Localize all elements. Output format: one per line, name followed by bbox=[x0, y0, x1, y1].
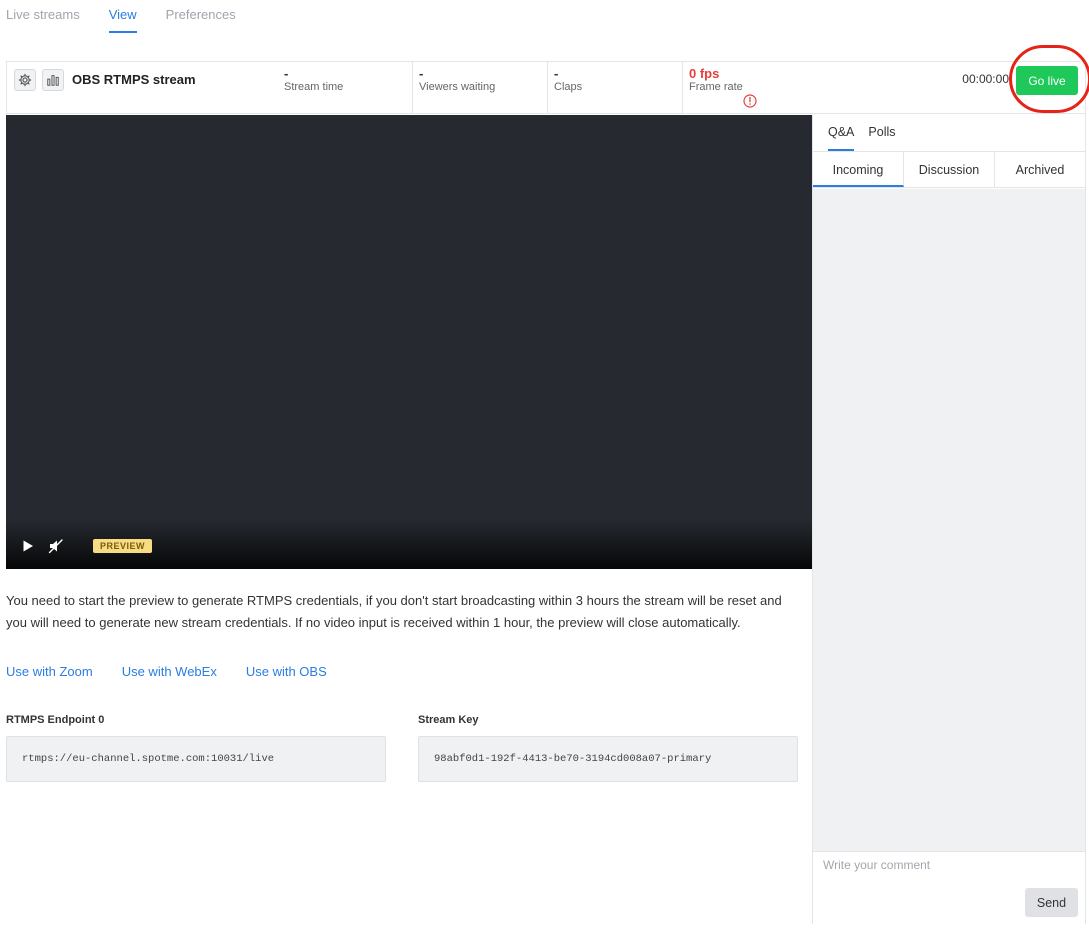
stream-name-cell: OBS RTMPS stream bbox=[7, 62, 278, 113]
endpoint-label: RTMPS Endpoint 0 bbox=[6, 714, 105, 726]
stat-label: Frame rate bbox=[689, 81, 743, 93]
exclamation-circle-icon bbox=[743, 94, 757, 111]
tab-qa[interactable]: Q&A bbox=[828, 114, 855, 151]
comment-input[interactable] bbox=[823, 858, 1073, 872]
video-preview[interactable]: PREVIEW bbox=[6, 115, 812, 569]
stream-key-field[interactable]: 98abf0d1-192f-4413-be70-3194cd008a07-pri… bbox=[418, 736, 798, 782]
messages-list[interactable] bbox=[813, 189, 1085, 851]
preview-badge: PREVIEW bbox=[93, 539, 153, 553]
stat-value: - bbox=[419, 66, 424, 81]
muted-speaker-icon[interactable] bbox=[48, 538, 64, 557]
stat-label: Viewers waiting bbox=[419, 81, 496, 93]
tab-polls[interactable]: Polls bbox=[868, 114, 895, 151]
stat-value: - bbox=[554, 66, 559, 81]
stream-title: OBS RTMPS stream bbox=[72, 72, 196, 87]
bar-chart-icon[interactable] bbox=[42, 69, 64, 91]
tab-incoming[interactable]: Incoming bbox=[813, 152, 904, 187]
play-icon[interactable] bbox=[21, 539, 35, 556]
stream-key-label: Stream Key bbox=[418, 714, 479, 726]
gear-icon[interactable] bbox=[14, 69, 36, 91]
stat-value: - bbox=[284, 66, 289, 81]
stat-label: Claps bbox=[554, 81, 583, 93]
stream-stats-bar: OBS RTMPS stream - Stream time - Viewers… bbox=[6, 61, 1086, 114]
stat-stream-time: - Stream time bbox=[278, 62, 413, 113]
link-use-with-webex[interactable]: Use with WebEx bbox=[122, 664, 217, 679]
tab-view[interactable]: View bbox=[108, 0, 137, 33]
integration-links: Use with Zoom Use with WebEx Use with OB… bbox=[6, 664, 327, 679]
comment-area: Send bbox=[813, 851, 1085, 924]
link-use-with-obs[interactable]: Use with OBS bbox=[246, 664, 327, 679]
stat-value: 0 fps bbox=[689, 66, 720, 81]
link-use-with-zoom[interactable]: Use with Zoom bbox=[6, 664, 93, 679]
stream-timer: 00:00:00 bbox=[962, 72, 1009, 86]
tab-preferences[interactable]: Preferences bbox=[166, 0, 236, 33]
top-nav: Live streams View Preferences bbox=[6, 0, 236, 34]
tab-discussion[interactable]: Discussion bbox=[904, 152, 995, 187]
stat-label: Stream time bbox=[284, 81, 344, 93]
qa-side-panel: Q&A Polls Incoming Discussion Archived S… bbox=[812, 114, 1086, 924]
stat-viewers-waiting: - Viewers waiting bbox=[413, 62, 548, 113]
tab-archived[interactable]: Archived bbox=[995, 152, 1085, 187]
qa-sub-tabs: Incoming Discussion Archived bbox=[813, 152, 1085, 188]
stat-frame-rate: 0 fps Frame rate bbox=[683, 62, 818, 113]
tab-live-streams[interactable]: Live streams bbox=[6, 0, 80, 33]
stat-claps: - Claps bbox=[548, 62, 683, 113]
rtmps-info-text: You need to start the preview to generat… bbox=[6, 593, 782, 630]
go-live-button[interactable]: Go live bbox=[1016, 66, 1078, 95]
side-tabs: Q&A Polls bbox=[813, 114, 1085, 152]
send-button[interactable]: Send bbox=[1025, 888, 1078, 917]
endpoint-field[interactable]: rtmps://eu-channel.spotme.com:10031/live bbox=[6, 736, 386, 782]
